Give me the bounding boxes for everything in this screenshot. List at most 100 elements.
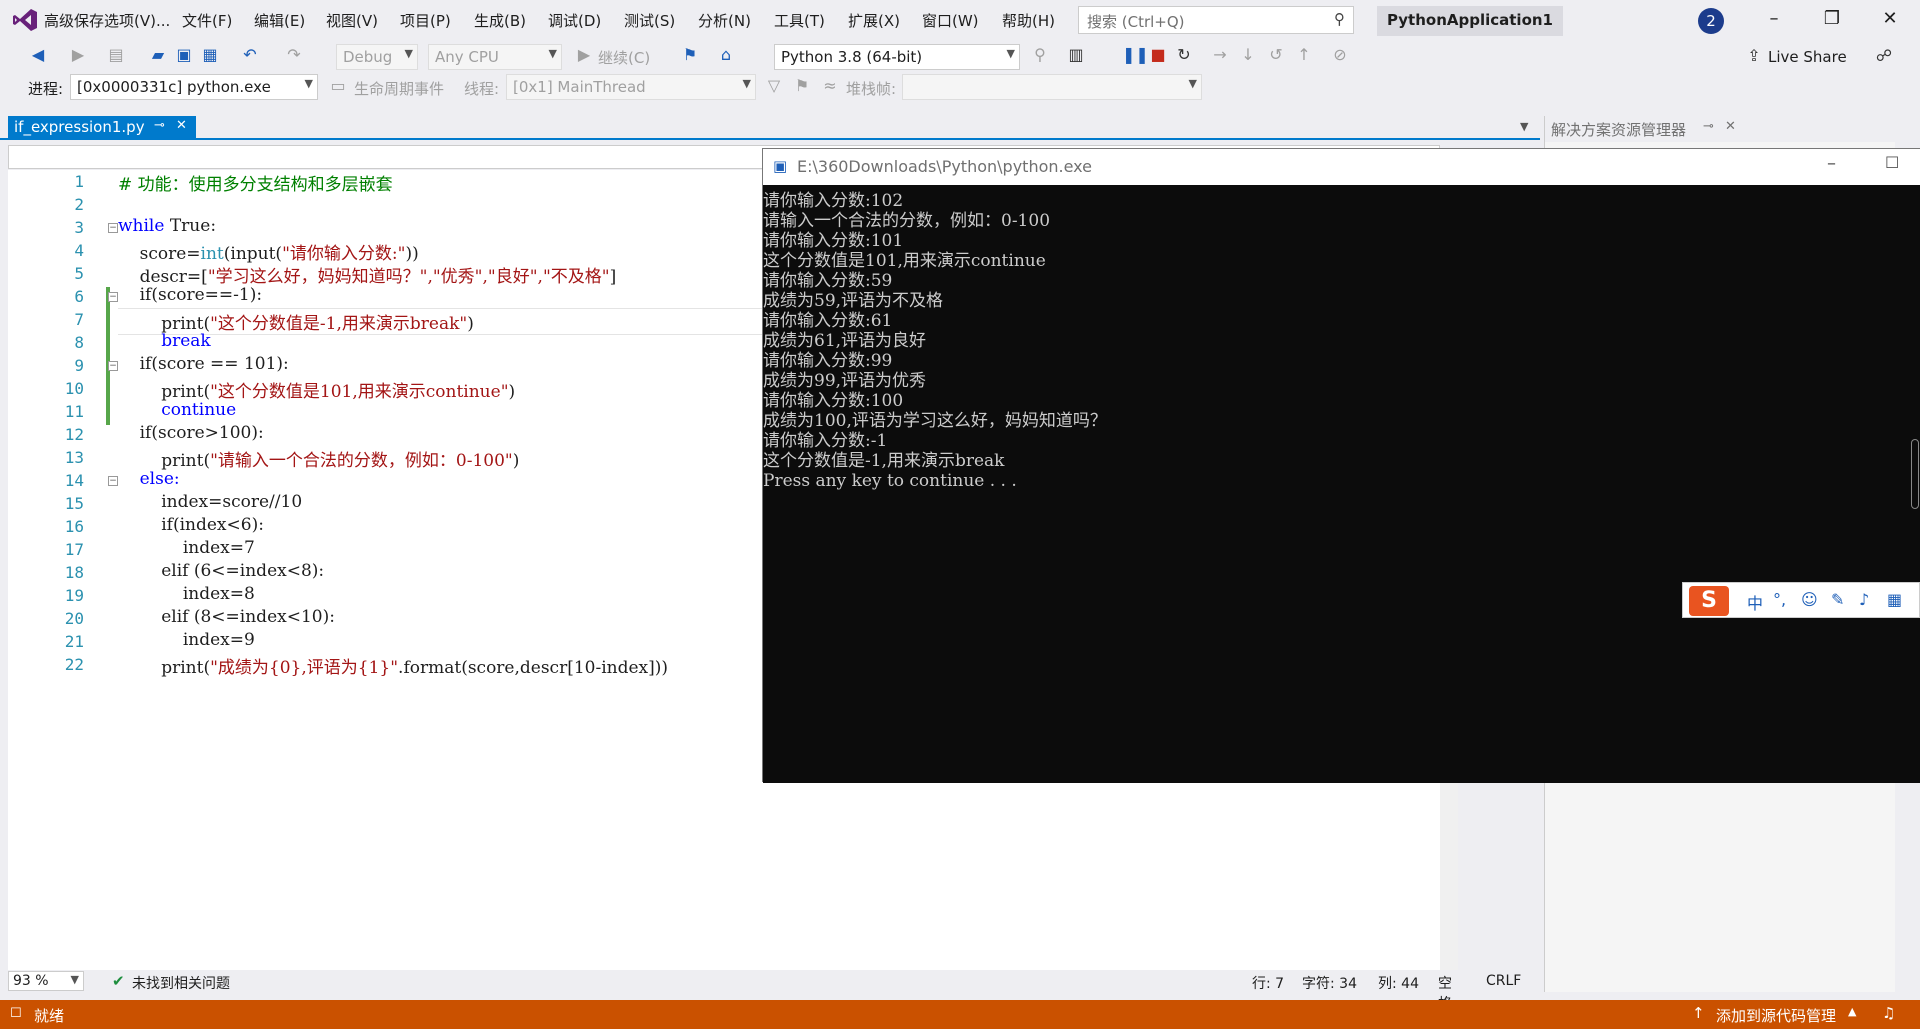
- stop-icon[interactable]: ■: [1148, 45, 1168, 64]
- menu-help[interactable]: 帮助(H): [1002, 10, 1055, 32]
- line-number: 10: [64, 379, 84, 398]
- toolbox-icon[interactable]: ▦: [1887, 590, 1902, 609]
- console-window[interactable]: ▣ E:\360Downloads\Python\python.exe – ☐ …: [762, 148, 1920, 783]
- live-share-icon[interactable]: ⇪: [1744, 46, 1764, 65]
- continue-button[interactable]: 继续(C): [598, 47, 650, 68]
- step-back-icon[interactable]: ↺: [1266, 45, 1286, 64]
- close-tab-icon[interactable]: ✕: [176, 118, 187, 133]
- code-line: else:: [118, 469, 180, 489]
- line-number: 8: [74, 333, 84, 352]
- thread-select[interactable]: [0x1] MainThread ▼: [506, 74, 756, 100]
- collapse-toggle-icon[interactable]: −: [108, 223, 118, 233]
- notification-badge[interactable]: 2: [1698, 8, 1724, 34]
- save-icon[interactable]: ▣: [174, 45, 194, 64]
- stack-frame-label: 堆栈帧:: [846, 80, 897, 98]
- line-number: 17: [64, 540, 84, 559]
- ime-language-toggle[interactable]: 中: [1747, 590, 1763, 614]
- browser-icon[interactable]: ⌂: [716, 45, 736, 64]
- new-project-icon[interactable]: ▤: [106, 45, 126, 64]
- visual-studio-logo-icon: [13, 9, 37, 31]
- line-number: 2: [74, 195, 84, 214]
- code-line: score=int(input("请你输入分数:")): [118, 244, 419, 264]
- minimize-button[interactable]: –: [1754, 8, 1794, 34]
- console-scrollbar[interactable]: [1911, 439, 1919, 509]
- live-share-button[interactable]: Live Share: [1768, 48, 1847, 66]
- tab-if-expression1[interactable]: if_expression1.py ⊸ ✕: [8, 116, 196, 140]
- menu-file[interactable]: 文件(F): [182, 10, 232, 32]
- microphone-icon[interactable]: ♪: [1859, 590, 1869, 609]
- console-line: 这个分数值是101,用来演示continue: [763, 251, 1046, 271]
- emoji-icon[interactable]: ☺: [1801, 590, 1818, 609]
- layout-icon[interactable]: ▥: [1066, 45, 1086, 64]
- line-number: 9: [74, 356, 84, 375]
- line-number: 5: [74, 264, 84, 283]
- restore-button[interactable]: ❐: [1812, 8, 1852, 34]
- attach-icon[interactable]: ⚑: [680, 45, 700, 64]
- back-icon[interactable]: ◀: [28, 45, 48, 64]
- feedback-icon[interactable]: ☍: [1874, 46, 1894, 65]
- console-line: 请你输入分数:102: [763, 191, 904, 211]
- menu-edit[interactable]: 编辑(E): [254, 10, 305, 32]
- punctuation-icon[interactable]: °,: [1773, 590, 1786, 609]
- save-all-icon[interactable]: ▦: [200, 45, 220, 64]
- process-select[interactable]: [0x0000331c] python.exe ▼: [70, 74, 318, 100]
- close-panel-icon[interactable]: ✕: [1725, 119, 1736, 134]
- threads-icon[interactable]: ≈: [820, 76, 840, 95]
- python-environment-select[interactable]: Python 3.8 (64-bit) ▼: [774, 44, 1020, 70]
- continue-icon[interactable]: ▶: [574, 45, 594, 64]
- open-folder-icon[interactable]: ▰: [148, 45, 168, 64]
- restart-icon[interactable]: ↻: [1174, 45, 1194, 64]
- menu-analyze[interactable]: 分析(N): [698, 10, 751, 32]
- document-tab-strip: if_expression1.py ⊸ ✕ ▼: [0, 116, 1540, 140]
- zoom-select[interactable]: 93 % ▼: [8, 971, 84, 991]
- close-window-button[interactable]: ✕: [1870, 8, 1910, 34]
- menu-advanced-save[interactable]: 高级保存选项(V)...: [44, 10, 170, 32]
- console-minimize-button[interactable]: –: [1827, 153, 1836, 174]
- search-input[interactable]: 搜索 (Ctrl+Q) ⚲: [1078, 6, 1354, 34]
- menu-debug[interactable]: 调试(D): [548, 10, 601, 32]
- tab-list-dropdown-icon[interactable]: ▼: [1520, 120, 1528, 133]
- collapse-toggle-icon[interactable]: −: [108, 292, 118, 302]
- line-number: 6: [74, 287, 84, 306]
- pin-tab-icon[interactable]: ⊸: [154, 118, 165, 133]
- chevron-down-icon: ▼: [742, 77, 751, 90]
- solution-explorer-tab[interactable]: 解决方案资源管理器 ⊸ ✕: [1545, 116, 1745, 140]
- handwriting-icon[interactable]: ✎: [1831, 590, 1844, 609]
- menu-window[interactable]: 窗口(W): [922, 10, 979, 32]
- console-maximize-button[interactable]: ☐: [1885, 153, 1899, 172]
- forward-icon[interactable]: ▶: [68, 45, 88, 64]
- undo-icon[interactable]: ↶: [240, 45, 260, 64]
- breakpoint-icon[interactable]: ⊘: [1330, 45, 1350, 64]
- step-out-icon[interactable]: ↑: [1294, 45, 1314, 64]
- flag-icon[interactable]: ⚑: [792, 76, 812, 95]
- pause-icon[interactable]: ❚❚: [1122, 45, 1149, 64]
- menu-project[interactable]: 项目(P): [400, 10, 451, 32]
- menu-test[interactable]: 测试(S): [624, 10, 675, 32]
- filter-icon[interactable]: ▽: [764, 76, 784, 95]
- menu-tools[interactable]: 工具(T): [774, 10, 825, 32]
- stack-frame-select[interactable]: ▼: [902, 74, 1202, 100]
- issues-status[interactable]: 未找到相关问题: [132, 973, 230, 993]
- ime-toolbar[interactable]: S 中 °, ☺ ✎ ♪ ▦: [1682, 582, 1920, 618]
- step-into-icon[interactable]: ↓: [1238, 45, 1258, 64]
- collapse-toggle-icon[interactable]: −: [108, 476, 118, 486]
- menu-view[interactable]: 视图(V): [326, 10, 378, 32]
- add-to-source-control-button[interactable]: 添加到源代码管理: [1716, 1005, 1836, 1026]
- lifecycle-events-button[interactable]: 生命周期事件: [354, 78, 444, 99]
- menu-extensions[interactable]: 扩展(X): [848, 10, 900, 32]
- pin-icon[interactable]: ⚲: [1030, 45, 1050, 64]
- redo-icon[interactable]: ↷: [284, 45, 304, 64]
- pin-icon[interactable]: ⊸: [1703, 119, 1714, 134]
- chevron-up-icon[interactable]: ▲: [1848, 1005, 1856, 1018]
- chevron-down-icon: ▼: [1188, 77, 1197, 90]
- notification-bell-icon[interactable]: ♫: [1882, 1004, 1895, 1022]
- menu-build[interactable]: 生成(B): [474, 10, 526, 32]
- editor-status-line: 93 %▼ ✔ 未找到相关问题 行: 7 字符: 34 列: 44 空格 CRL…: [8, 970, 1521, 1012]
- console-line: 请你输入分数:-1: [763, 431, 888, 451]
- lifecycle-events-icon[interactable]: ▭: [328, 76, 348, 95]
- collapse-toggle-icon[interactable]: −: [108, 361, 118, 371]
- step-over-icon[interactable]: →: [1210, 45, 1230, 64]
- configuration-select[interactable]: Debug ▼: [336, 44, 418, 70]
- line-number: 1: [74, 172, 84, 191]
- platform-select[interactable]: Any CPU ▼: [428, 44, 562, 70]
